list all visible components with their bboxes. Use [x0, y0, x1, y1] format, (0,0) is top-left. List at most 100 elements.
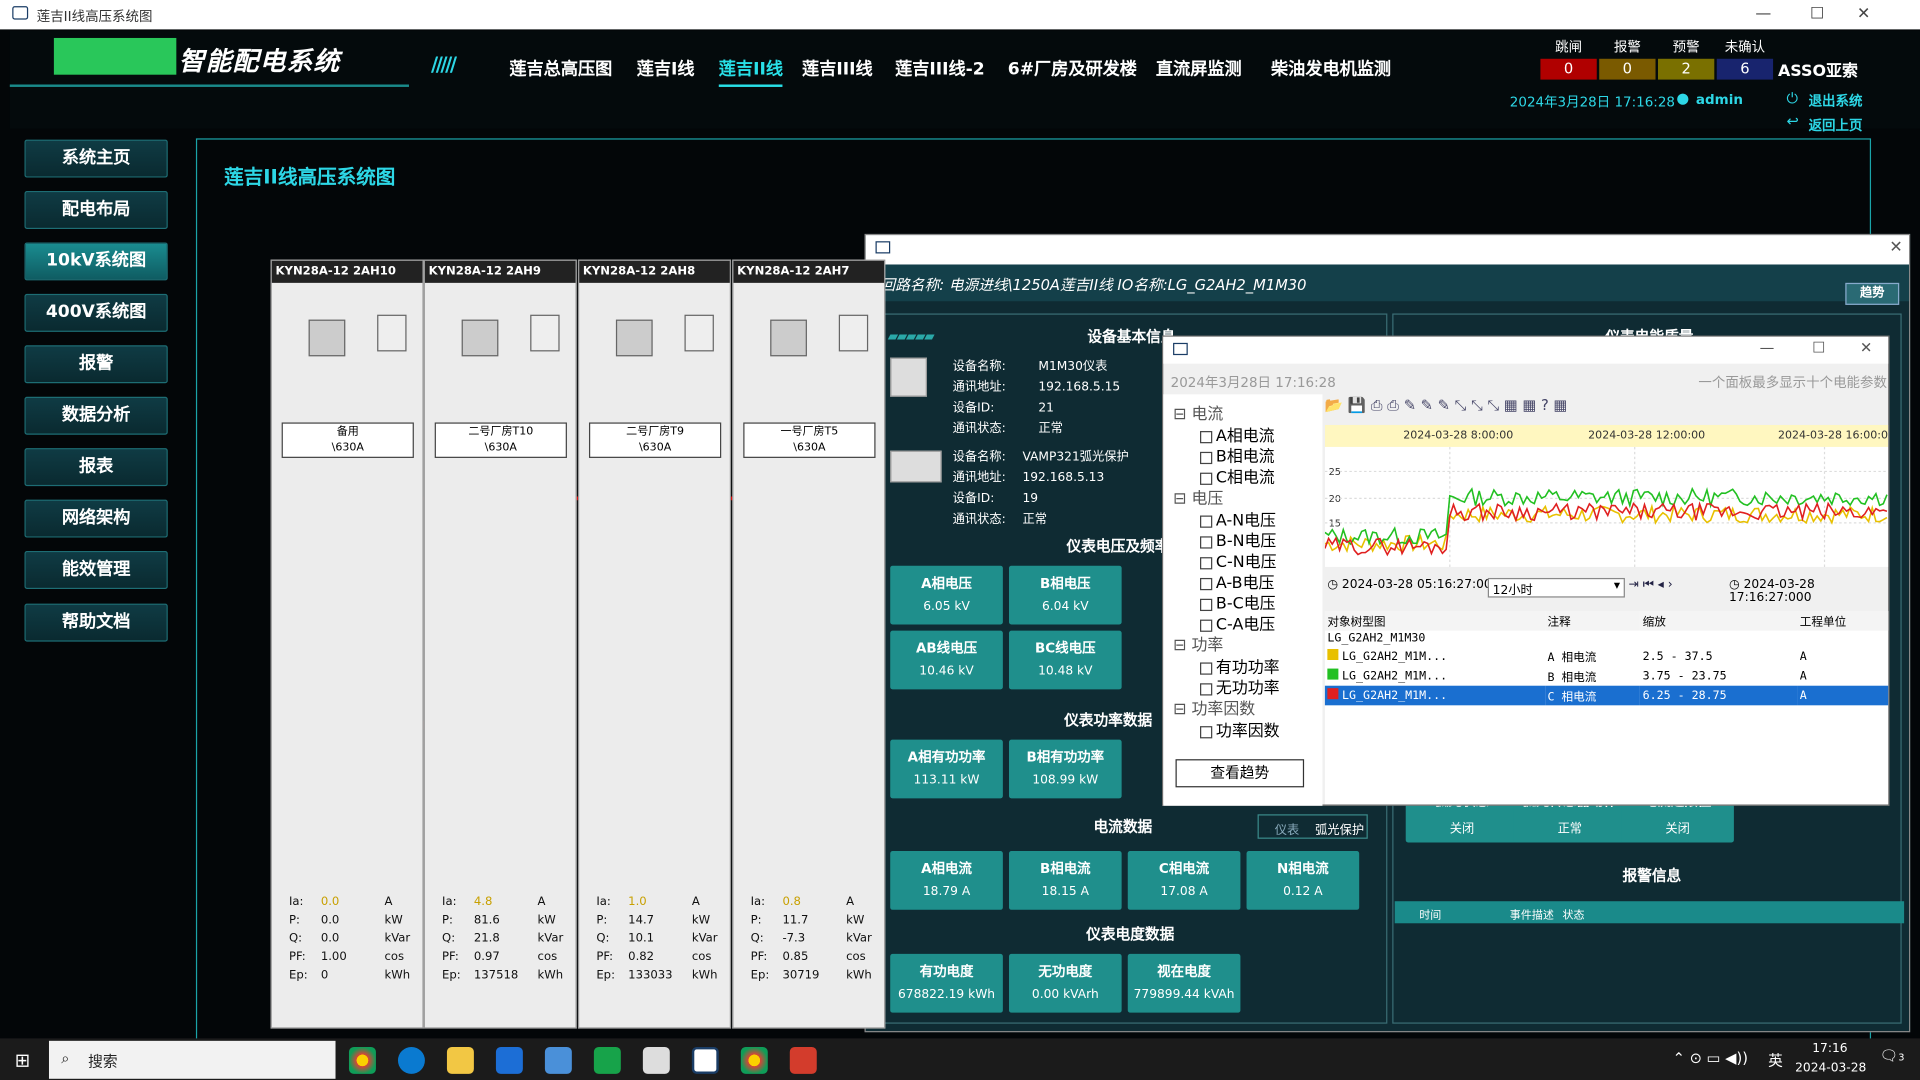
unconfirmed-count[interactable]: 6 [1716, 58, 1774, 80]
tree-group[interactable]: ⊟ 功率因数 [1173, 696, 1255, 718]
sidebar-energy[interactable]: 能效管理 [24, 551, 168, 589]
power-tile-1[interactable]: B相有功功率 108.99 kW [1008, 739, 1122, 799]
nav-lianji-1[interactable]: 莲吉I线 [637, 56, 695, 80]
energy-tile-0[interactable]: 有功电度 678822.19 kWh [890, 953, 1003, 1013]
param-checkbox[interactable]: A-B电压 [1200, 569, 1274, 593]
sidebar-report[interactable]: 报表 [24, 448, 168, 487]
app-icon-2[interactable] [789, 1046, 817, 1074]
warning-count[interactable]: 2 [1657, 58, 1715, 80]
ime-indicator[interactable]: 英 [1768, 1049, 1783, 1070]
param-checkbox[interactable]: 无功功率 [1200, 675, 1280, 698]
end-time[interactable]: ◷ 2024-03-28 17:16:27:000 [1729, 578, 1888, 605]
popup-maximize[interactable]: ☐ [1812, 339, 1825, 356]
sidebar-analysis[interactable]: 数据分析 [24, 396, 168, 435]
param-checkbox[interactable]: C相电流 [1200, 464, 1275, 487]
scada-icon[interactable] [691, 1046, 719, 1074]
param-checkbox[interactable]: C-A电压 [1200, 611, 1275, 634]
tab-meter[interactable]: 仪表 [1275, 819, 1299, 837]
voltage-tile-3[interactable]: BC线电压 10.48 kV [1008, 630, 1122, 690]
close-button[interactable]: ✕ [1839, 2, 1888, 26]
excel-icon[interactable] [593, 1046, 621, 1074]
energy-tile-1[interactable]: 无功电度 0.00 kVArh [1008, 953, 1122, 1013]
cabinet-2[interactable]: KYN28A-12 2AH8 二号厂房T9 \630A Ia: 1.0 A P: 14.7 kW… [577, 259, 732, 1029]
current-tile-0[interactable]: A相电流 18.79 A [890, 851, 1003, 910]
dialog-close-icon[interactable]: ✕ [1889, 239, 1902, 257]
exit-button[interactable]: 退出系统 [1809, 91, 1863, 111]
table-row-root[interactable]: LG_G2AH2_M1M30 [1325, 631, 1888, 647]
energy-tile-2[interactable]: 视在电度 779899.44 kVAh [1127, 953, 1241, 1013]
tray-icons[interactable]: ⌃ ⊙ ▭ ◀)) [1673, 1049, 1748, 1066]
table-row[interactable]: LG_G2AH2_M1M... A 相电流 2.5 - 37.5 A [1325, 647, 1888, 667]
cabinet-3[interactable]: KYN28A-12 2AH7 一号厂房T5 \630A Ia: 0.8 A P: 11.7 kW… [732, 259, 886, 1029]
edge-icon[interactable] [397, 1046, 425, 1074]
nav-diesel[interactable]: 柴油发电机监测 [1271, 56, 1391, 80]
cabinet-0[interactable]: KYN28A-12 2AH10 备用 \630A Ia: 0.0 A P: 0.0 kW Q: 0.… [270, 259, 424, 1029]
app-icon-1[interactable] [642, 1046, 670, 1074]
table-row[interactable]: LG_G2AH2_M1M... C 相电流 6.25 - 28.75 A [1324, 685, 1889, 706]
popup-close[interactable]: ✕ [1860, 339, 1872, 356]
param-checkbox[interactable]: 有功功率 [1200, 654, 1280, 677]
nav-lianji-3-2[interactable]: 莲吉III线-2 [895, 56, 985, 80]
taskbar-search[interactable]: ⌕ 搜索 [48, 1040, 336, 1079]
sidebar-home[interactable]: 系统主页 [24, 139, 168, 178]
clock-date[interactable]: 2024-03-28 [1795, 1062, 1866, 1075]
trip-count[interactable]: 0 [1540, 58, 1597, 80]
current-tile-2[interactable]: C相电流 17.08 A [1127, 851, 1241, 910]
mail-icon[interactable] [495, 1046, 523, 1074]
sidebar-400v[interactable]: 400V系统图 [24, 293, 168, 332]
table-row[interactable]: LG_G2AH2_M1M... B 相电流 3.75 - 23.75 A [1325, 666, 1888, 686]
power-tile-0[interactable]: A相有功功率 113.11 kW [890, 739, 1003, 799]
tab-arc[interactable]: 弧光保护 [1315, 819, 1364, 837]
nav-lianji-total[interactable]: 莲吉总高压图 [509, 56, 612, 80]
maximize-button[interactable]: ☐ [1793, 2, 1842, 26]
param-checkbox[interactable]: B-N电压 [1200, 528, 1276, 551]
nav-dc-panel[interactable]: 直流屏监测 [1156, 56, 1242, 80]
nav-building-6[interactable]: 6#厂房及研发楼 [1008, 56, 1137, 80]
trend-chart[interactable]: 2024-03-28 8:00:00 2024-03-28 12:00:00 202… [1324, 424, 1889, 567]
tree-group[interactable]: ⊟ 电压 [1173, 485, 1223, 508]
y-tick: 25 [1329, 467, 1341, 478]
param-checkbox[interactable]: B-C电压 [1200, 590, 1276, 613]
chrome-icon[interactable] [348, 1046, 376, 1074]
user-name[interactable]: admin [1696, 92, 1743, 108]
nav-lianji-2[interactable]: 莲吉II线 [718, 56, 783, 87]
current-tile-1[interactable]: B相电流 18.15 A [1008, 851, 1122, 910]
param-checkbox[interactable]: A-N电压 [1200, 507, 1276, 530]
voltage-tile-0[interactable]: A相电压 6.05 kV [890, 565, 1003, 625]
clock-time[interactable]: 17:16 [1812, 1042, 1847, 1055]
trend-button[interactable]: 趋势 [1845, 282, 1900, 305]
view-trend-button[interactable]: 查看趋势 [1175, 759, 1305, 788]
param-checkbox[interactable]: C-N电压 [1200, 549, 1277, 572]
nav-buttons[interactable]: ⇥ ⏮ ◂ › [1629, 578, 1673, 591]
sidebar-alarm[interactable]: 报警 [24, 345, 168, 384]
store-icon[interactable] [544, 1046, 572, 1074]
meas-unit-Ep: kWh [384, 968, 411, 983]
sidebar-layout[interactable]: 配电布局 [24, 191, 168, 229]
explorer-icon[interactable] [446, 1046, 474, 1074]
voltage-tile-2[interactable]: AB线电压 10.46 kV [890, 630, 1003, 690]
sidebar-network[interactable]: 网络架构 [24, 499, 168, 538]
chart-toolbar[interactable]: 📂 💾 ⎙ ⎙ ✎ ✎ ✎ ⤡ ⤡ ⤡ ▦ ▦ ? ▦ [1325, 397, 1888, 424]
param-checkbox[interactable]: A相电流 [1200, 422, 1275, 446]
alarm-count[interactable]: 0 [1599, 58, 1656, 80]
sidebar-10kv[interactable]: 10kV系统图 [24, 242, 168, 281]
sidebar-help[interactable]: 帮助文档 [24, 603, 168, 642]
minimize-button[interactable]: — [1739, 2, 1788, 26]
popup-minimize[interactable]: — [1760, 339, 1775, 356]
tree-group[interactable]: ⊟ 功率 [1173, 632, 1223, 655]
chrome-icon-2[interactable] [740, 1046, 768, 1074]
back-button[interactable]: 返回上页 [1809, 115, 1863, 135]
current-tile-3[interactable]: N相电流 0.12 A [1246, 851, 1360, 910]
cabinet-1[interactable]: KYN28A-12 2AH9 二号厂房T10 \630A Ia: 4.8 A P: 81.6 k… [423, 259, 577, 1029]
span-select[interactable]: 12小时 ▾ [1487, 577, 1625, 598]
start-time[interactable]: ◷ 2024-03-28 05:16:27:000 [1327, 578, 1499, 591]
tree-group[interactable]: ⊟ 电流 [1173, 400, 1223, 423]
table-header[interactable]: 对象树型图 注释 缩放 工程单位 [1324, 611, 1889, 631]
start-icon[interactable]: ⊞ [15, 1049, 30, 1071]
notification-icon[interactable]: 🗨3 [1880, 1047, 1905, 1064]
voltage-tile-1[interactable]: B相电压 6.04 kV [1008, 565, 1122, 625]
param-checkbox[interactable]: 功率因数 [1200, 718, 1280, 741]
table-cell: 缩放 [1642, 615, 1666, 630]
nav-lianji-3[interactable]: 莲吉III线 [802, 56, 873, 80]
param-checkbox[interactable]: B相电流 [1200, 443, 1275, 467]
